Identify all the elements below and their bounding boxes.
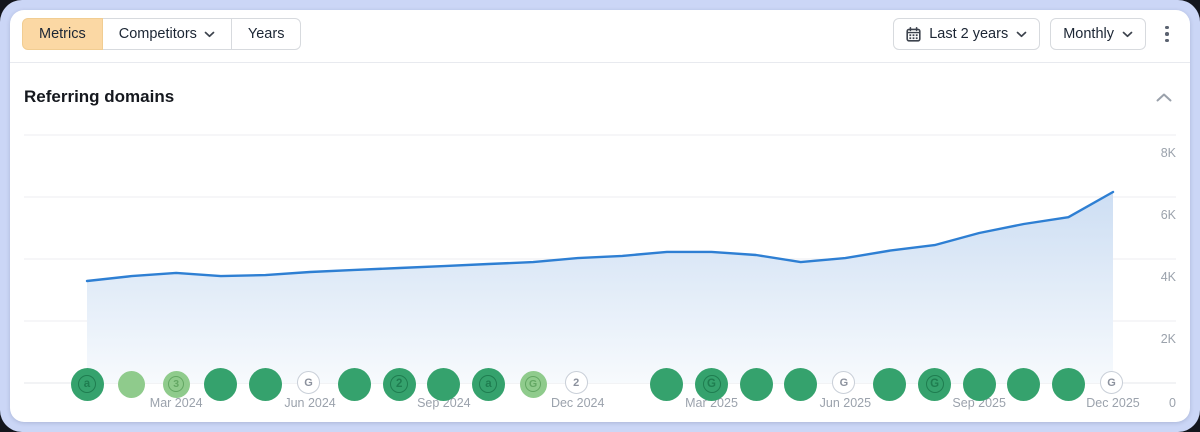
- event-marker[interactable]: G: [918, 368, 951, 401]
- y-axis-label: 4K: [1161, 270, 1177, 284]
- x-axis-label: Mar 2024: [150, 396, 203, 410]
- event-marker-glyph: a: [479, 375, 497, 393]
- event-marker[interactable]: [249, 368, 282, 401]
- x-axis-label: Dec 2025: [1086, 396, 1140, 410]
- event-marker[interactable]: [204, 368, 237, 401]
- event-marker-glyph: a: [78, 375, 96, 393]
- event-marker[interactable]: [1007, 368, 1040, 401]
- x-axis-label: Dec 2024: [551, 396, 605, 410]
- event-marker[interactable]: [650, 368, 683, 401]
- y-axis-label: 8K: [1161, 146, 1177, 160]
- event-marker[interactable]: [118, 371, 145, 398]
- x-axis-label: Jun 2024: [284, 396, 335, 410]
- tab-metrics-label: Metrics: [39, 26, 86, 42]
- event-marker[interactable]: [784, 368, 817, 401]
- event-marker[interactable]: G: [297, 371, 320, 394]
- event-marker[interactable]: [963, 368, 996, 401]
- x-axis-label: Jun 2025: [820, 396, 871, 410]
- event-marker[interactable]: 3: [163, 371, 190, 398]
- y-axis-label: 6K: [1161, 208, 1177, 222]
- event-marker-glyph: 3: [168, 376, 184, 392]
- referring-domains-panel: Metrics Competitors Years: [10, 10, 1190, 422]
- event-marker[interactable]: a: [71, 368, 104, 401]
- referring-domains-chart: 02K4K6K8KMar 2024Jun 2024Sep 2024Dec 202…: [10, 10, 1190, 422]
- event-marker[interactable]: a: [472, 368, 505, 401]
- y-axis-label: 0: [1169, 396, 1176, 410]
- page-frame: Metrics Competitors Years: [0, 0, 1200, 432]
- event-marker[interactable]: [873, 368, 906, 401]
- event-marker[interactable]: 2: [565, 371, 588, 394]
- event-marker[interactable]: G: [695, 368, 728, 401]
- event-marker[interactable]: [740, 368, 773, 401]
- event-marker[interactable]: [1052, 368, 1085, 401]
- event-marker[interactable]: [338, 368, 371, 401]
- event-marker-glyph: 2: [390, 375, 408, 393]
- area-fill: [87, 192, 1113, 383]
- event-marker-glyph: G: [525, 376, 541, 392]
- event-marker[interactable]: [427, 368, 460, 401]
- event-marker[interactable]: G: [520, 371, 547, 398]
- event-marker-glyph: G: [926, 375, 944, 393]
- event-marker[interactable]: 2: [383, 368, 416, 401]
- y-axis-label: 2K: [1161, 332, 1177, 346]
- tab-metrics[interactable]: Metrics: [22, 18, 103, 50]
- event-marker-glyph: G: [703, 375, 721, 393]
- event-marker[interactable]: G: [1100, 371, 1123, 394]
